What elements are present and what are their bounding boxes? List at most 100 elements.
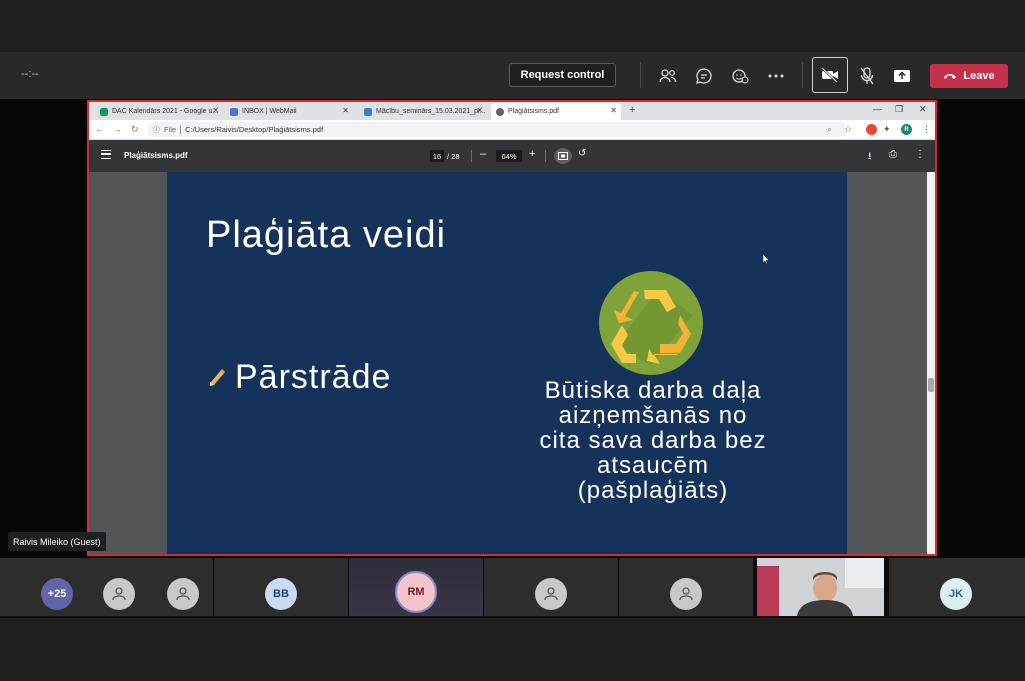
generic-avatar-icon <box>167 578 199 610</box>
download-icon[interactable]: ⭳ <box>868 149 872 166</box>
camera-off-icon <box>821 68 838 82</box>
bottom-area <box>0 618 1025 681</box>
tab-label: INBOX | WebMail <box>242 108 297 115</box>
bookmark-star-icon[interactable]: ☆ <box>844 124 852 135</box>
close-tab-icon[interactable]: ✕ <box>342 106 349 115</box>
back-icon[interactable]: ← <box>95 124 104 134</box>
generic-avatar-icon <box>670 578 702 610</box>
forward-icon[interactable]: → <box>113 124 122 134</box>
page-total: / 28 <box>447 152 460 161</box>
scrollbar-thumb[interactable] <box>928 378 934 392</box>
shared-screen: DAC Kalendārs 2021 - Google u... ✕ INBOX… <box>87 100 937 556</box>
browser-menu-icon[interactable]: ⋮ <box>922 124 931 135</box>
tab-label: Plaģiātsisms.pdf <box>508 108 559 115</box>
participant-tile[interactable] <box>619 558 753 616</box>
browser-address-bar: ← → ↻ ⓘ File C:/Users/Raivis/Desktop/Pla… <box>89 120 935 140</box>
presenter-name-tag: Raivis Mileiko (Guest) <box>8 532 106 551</box>
slide-page: Plaģiāta veidi Pārstrāde Būtiska darba d… <box>167 172 847 554</box>
participant-avatar: BB <box>265 578 297 610</box>
pdf-toolbar: Plaģiātsisms.pdf 16 / 28 – 64% + ↺ ⭳ ⎙ ⋮ <box>89 140 935 172</box>
bullet-text: Pārstrāde <box>235 358 392 396</box>
share-screen-icon[interactable] <box>890 64 914 88</box>
zoom-icon[interactable]: ⌕ <box>827 124 832 135</box>
more-options-icon[interactable] <box>764 64 788 88</box>
zoom-level-input[interactable]: 64% <box>496 150 522 162</box>
close-window-icon[interactable]: ✕ <box>919 104 927 115</box>
slide-bullet: Pārstrāde <box>207 358 391 397</box>
browser-tab[interactable]: DAC Kalendārs 2021 - Google u... ✕ <box>95 103 223 120</box>
close-tab-icon[interactable]: ✕ <box>610 106 617 115</box>
phone-hangup-icon <box>944 74 957 79</box>
document-icon <box>364 107 372 116</box>
print-icon[interactable]: ⎙ <box>889 149 897 160</box>
description-line: (pašplaģiāts) <box>577 477 729 504</box>
pdf-scrollbar[interactable] <box>927 172 935 554</box>
zoom-out-icon[interactable]: – <box>480 148 486 160</box>
participant-tile[interactable]: +25 <box>0 558 213 616</box>
participant-avatar: JK <box>940 578 972 610</box>
close-tab-icon[interactable]: ✕ <box>212 106 219 115</box>
description-line: atsaucēm <box>596 452 710 479</box>
leave-button[interactable]: Leave <box>930 64 1008 88</box>
participant-gallery: +25 BB RM JK <box>0 558 1025 618</box>
url-text: C:/Users/Raivis/Desktop/Plaģiātsisms.pdf <box>185 125 324 134</box>
teams-meeting-window: --:-- Request control Leave DAC Kalendār… <box>0 0 1025 681</box>
new-tab-icon[interactable]: + <box>629 104 635 116</box>
webmail-icon <box>230 107 238 116</box>
top-strip <box>0 0 1025 52</box>
google-sheets-icon <box>100 107 108 116</box>
browser-tab[interactable]: Mācību_seminārs_15.03.2021_pr... ✕ <box>359 103 487 120</box>
meeting-toolbar: --:-- Request control Leave <box>0 52 1025 99</box>
pdf-divider <box>545 150 546 162</box>
toolbar-divider <box>640 62 641 88</box>
mouse-cursor-icon <box>763 254 770 264</box>
participant-tile[interactable]: BB <box>214 558 348 616</box>
participant-video-feed <box>757 558 884 616</box>
file-label: File <box>164 125 177 134</box>
meeting-timer: --:-- <box>21 68 39 80</box>
description-line: aizņemšanās no <box>558 402 748 429</box>
participant-tile[interactable] <box>484 558 618 616</box>
participant-tile[interactable]: JK <box>889 558 1025 616</box>
pdf-divider <box>471 150 472 162</box>
camera-toggle-button[interactable] <box>812 57 848 93</box>
pencil-icon <box>210 368 225 386</box>
pdf-more-icon[interactable]: ⋮ <box>915 149 925 160</box>
browser-tab-bar: DAC Kalendārs 2021 - Google u... ✕ INBOX… <box>89 102 935 120</box>
generic-avatar-icon <box>103 578 135 610</box>
participant-tile-speaking[interactable]: RM <box>349 558 483 616</box>
url-input[interactable]: ⓘ File C:/Users/Raivis/Desktop/Plaģiātsi… <box>147 122 847 137</box>
reactions-icon[interactable] <box>728 64 752 88</box>
extensions-puzzle-icon[interactable]: ✦ <box>883 124 891 135</box>
profile-avatar[interactable]: R <box>901 124 912 135</box>
overflow-participants-badge[interactable]: +25 <box>41 578 73 610</box>
restore-icon[interactable]: ❐ <box>895 104 903 115</box>
zoom-in-icon[interactable]: + <box>529 148 535 160</box>
chat-icon[interactable] <box>692 64 716 88</box>
browser-tab-active[interactable]: Plaģiātsisms.pdf ✕ <box>491 103 621 120</box>
page-number-input[interactable]: 16 <box>430 150 444 162</box>
people-icon[interactable] <box>656 64 680 88</box>
close-tab-icon[interactable]: ✕ <box>476 106 483 115</box>
participant-video-tile[interactable] <box>757 558 884 616</box>
mic-off-icon[interactable] <box>855 64 879 88</box>
toolbar-divider <box>802 62 803 88</box>
pdf-viewer: Plaģiāta veidi Pārstrāde Būtiska darba d… <box>89 172 935 554</box>
generic-avatar-icon <box>535 578 567 610</box>
reload-icon[interactable]: ↻ <box>131 124 139 135</box>
slide-description: Būtiska darba daļa aizņemšanās no cita s… <box>503 378 803 503</box>
description-line: cita sava darba bez <box>539 427 767 454</box>
extension-icon[interactable] <box>866 124 877 135</box>
fit-to-page-icon[interactable] <box>554 148 572 164</box>
omnibox-divider <box>180 125 182 134</box>
browser-tab[interactable]: INBOX | WebMail ✕ <box>225 103 353 120</box>
recycle-icon <box>599 271 703 375</box>
request-control-button[interactable]: Request control <box>509 63 616 87</box>
rotate-icon[interactable]: ↺ <box>578 148 586 159</box>
participant-avatar: RM <box>395 571 437 613</box>
info-icon: ⓘ <box>153 126 160 134</box>
pdf-menu-icon[interactable] <box>101 150 111 159</box>
minimize-icon[interactable]: — <box>873 104 882 114</box>
pdf-filename: Plaģiātsisms.pdf <box>124 151 188 160</box>
globe-icon <box>496 107 504 116</box>
